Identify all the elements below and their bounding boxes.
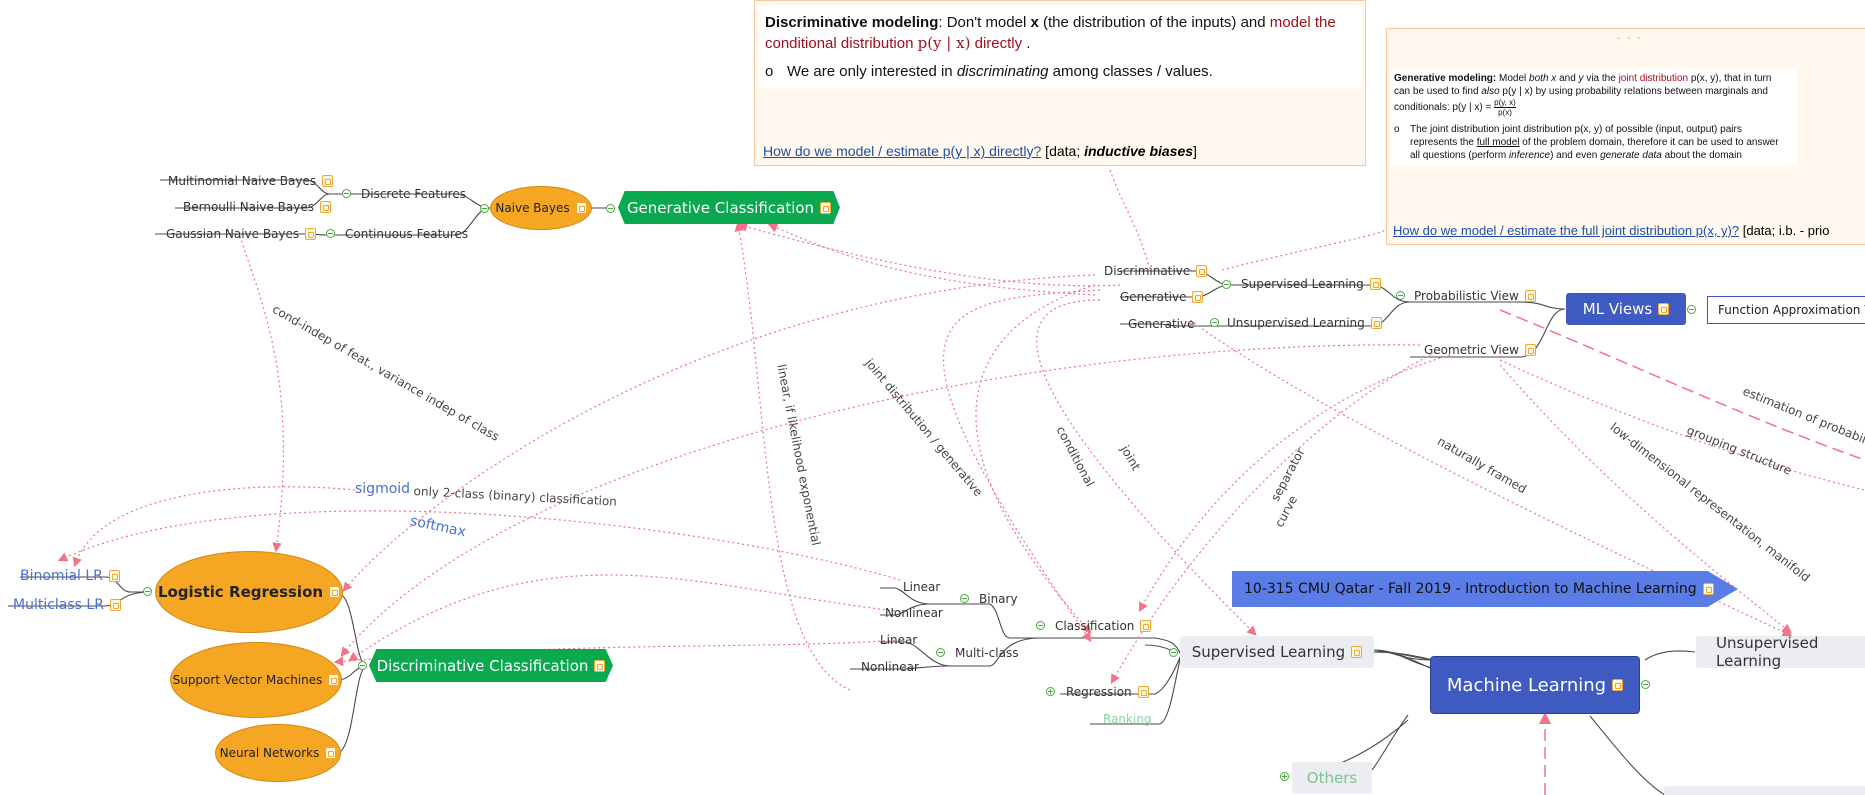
collapse-toggle-icon[interactable] — [1687, 305, 1696, 314]
unsupervised-learning-view[interactable]: Unsupervised Learning — [1227, 316, 1382, 330]
note-gen-bullet: o The joint distribution joint distribut… — [1394, 124, 1779, 161]
discriminative-classification-node[interactable]: Discriminative Classification — [369, 649, 613, 682]
root-machine-learning[interactable]: Machine Learning — [1431, 657, 1639, 713]
geometric-view[interactable]: Geometric View — [1424, 343, 1536, 357]
classification-node[interactable]: Classification — [1055, 619, 1152, 633]
binary-node[interactable]: Binary — [979, 592, 1018, 606]
probabilistic-view[interactable]: Probabilistic View — [1414, 289, 1536, 303]
multiclass-nonlinear[interactable]: Nonlinear — [861, 660, 919, 674]
bernoulli-naive-bayes[interactable]: Bernoulli Naive Bayes — [183, 200, 331, 214]
note-icon[interactable] — [1196, 265, 1208, 277]
branch-supervised-learning[interactable]: Supervised Learning — [1180, 636, 1374, 668]
discrete-features[interactable]: Discrete Features — [361, 187, 466, 201]
collapse-toggle-icon[interactable] — [936, 648, 945, 657]
discriminative-view[interactable]: Discriminative — [1104, 264, 1208, 278]
note-generative-modeling: - - - Generative modeling: Model both x … — [1386, 28, 1865, 245]
branch-unsupervised-learning[interactable]: Unsupervised Learning — [1696, 634, 1865, 670]
supervised-learning-view[interactable]: Supervised Learning — [1241, 277, 1381, 291]
neural-networks-node[interactable]: Neural Networks — [215, 724, 341, 782]
function-approximation-view[interactable]: Function Approximation Vie — [1707, 296, 1865, 324]
collapse-toggle-icon[interactable] — [1036, 621, 1045, 630]
note-icon[interactable] — [594, 659, 606, 672]
note-icon[interactable] — [328, 674, 340, 686]
note-icon[interactable] — [1370, 317, 1382, 329]
collapse-toggle-icon[interactable] — [1641, 680, 1650, 689]
note-icon[interactable] — [1524, 290, 1536, 302]
mindmap-canvas: Discriminative modeling: Don't model x (… — [0, 0, 1865, 795]
note-icon[interactable] — [320, 201, 331, 213]
generative-classification-node[interactable]: Generative Classification — [618, 191, 840, 224]
ranking-node[interactable]: Ranking — [1103, 712, 1152, 726]
binomial-lr[interactable]: Binomial LR — [20, 569, 120, 583]
note-icon[interactable] — [305, 228, 317, 240]
collapse-toggle-icon[interactable] — [1222, 280, 1231, 289]
note-title: Discriminative modeling — [765, 14, 939, 31]
binary-nonlinear[interactable]: Nonlinear — [885, 606, 943, 620]
branch-others[interactable]: Others — [1292, 762, 1372, 794]
collapse-toggle-icon[interactable] — [326, 229, 335, 238]
note-icon[interactable] — [322, 175, 334, 187]
svm-node[interactable]: Support Vector Machines — [170, 642, 342, 718]
logistic-regression-node[interactable]: Logistic Regression — [155, 551, 343, 633]
regression-node[interactable]: Regression — [1066, 685, 1149, 699]
relation-sigmoid: sigmoid — [355, 481, 411, 497]
note-question-link[interactable]: How do we model / estimate p(y | x) dire… — [763, 143, 1041, 159]
note-icon[interactable] — [1351, 646, 1363, 658]
note-icon[interactable] — [108, 570, 120, 582]
note-icon[interactable] — [820, 201, 832, 214]
naive-bayes-node[interactable]: Naive Bayes — [490, 186, 592, 230]
note-discriminative-modeling: Discriminative modeling: Don't model x (… — [754, 0, 1366, 166]
note-gen-question-link[interactable]: How do we model / estimate the full join… — [1393, 223, 1739, 238]
note-icon[interactable] — [1658, 303, 1670, 315]
generative-view-1[interactable]: Generative — [1120, 290, 1204, 304]
multiclass-linear[interactable]: Linear — [880, 633, 917, 647]
generative-view-2[interactable]: Generative — [1128, 317, 1194, 331]
gaussian-naive-bayes[interactable]: Gaussian Naive Bayes — [166, 227, 317, 241]
note-icon[interactable] — [1137, 686, 1149, 698]
note-collapse-dots[interactable]: - - - — [1617, 33, 1643, 44]
note-icon[interactable] — [1702, 583, 1714, 595]
note-icon[interactable] — [1612, 679, 1624, 691]
collapse-toggle-icon[interactable] — [1210, 318, 1219, 327]
continuous-features[interactable]: Continuous Features — [345, 227, 468, 241]
binary-linear[interactable]: Linear — [903, 580, 940, 594]
note-bullet: o We are only interested in discriminatin… — [765, 63, 1213, 80]
note-icon[interactable] — [575, 202, 587, 214]
expand-toggle-icon[interactable] — [1280, 772, 1289, 781]
collapse-toggle-icon[interactable] — [342, 189, 351, 198]
multinomial-naive-bayes[interactable]: Multinomial Naive Bayes — [168, 174, 334, 188]
course-banner[interactable]: 10-315 CMU Qatar - Fall 2019 - Introduct… — [1232, 571, 1738, 607]
multiclass-lr[interactable]: Multiclass LR — [13, 598, 121, 612]
ml-views-node[interactable]: ML Views — [1566, 293, 1686, 325]
note-icon[interactable] — [1192, 291, 1204, 303]
note-icon[interactable] — [1369, 278, 1381, 290]
multiclass-node[interactable]: Multi-class — [955, 646, 1018, 660]
note-icon[interactable] — [1140, 620, 1152, 632]
note-icon[interactable] — [325, 747, 337, 759]
note-icon[interactable] — [1524, 344, 1536, 356]
collapse-toggle-icon[interactable] — [960, 594, 969, 603]
collapse-toggle-icon[interactable] — [1396, 291, 1405, 300]
note-icon[interactable] — [109, 599, 121, 611]
collapse-toggle-icon[interactable] — [606, 204, 615, 213]
collapse-toggle-icon[interactable] — [358, 661, 367, 670]
collapse-toggle-icon[interactable] — [480, 204, 489, 213]
collapse-toggle-icon[interactable] — [143, 587, 152, 596]
expand-toggle-icon[interactable] — [1046, 687, 1055, 696]
branch-bottom-right[interactable] — [1664, 786, 1865, 795]
collapse-toggle-icon[interactable] — [1169, 648, 1178, 657]
note-icon[interactable] — [329, 586, 341, 598]
